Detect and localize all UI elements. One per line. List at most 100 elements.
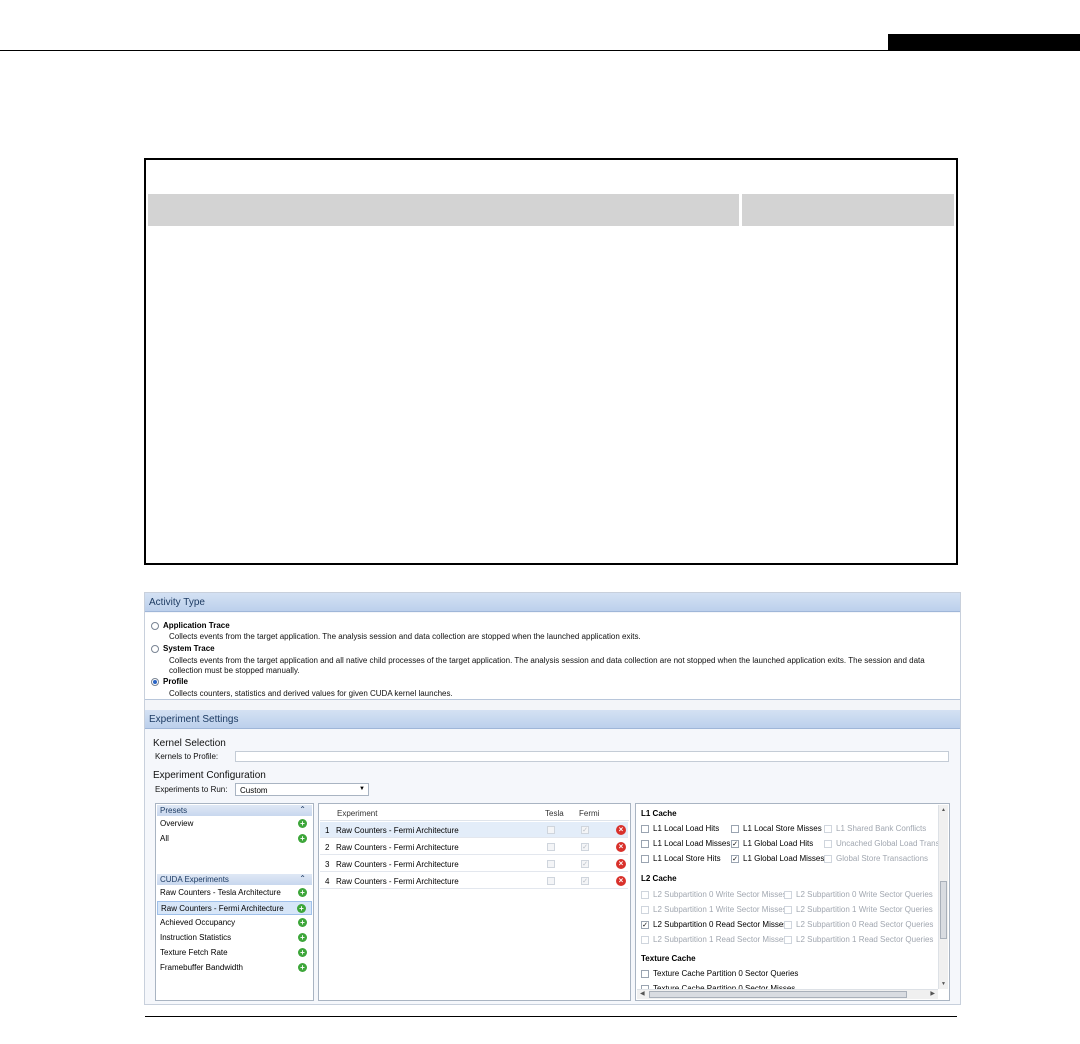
scroll-up-icon[interactable]: ▲ [941, 807, 946, 813]
checkbox-box[interactable] [824, 840, 832, 848]
checkbox-box[interactable] [641, 825, 649, 833]
checkbox-box[interactable] [641, 840, 649, 848]
row-experiment-name: Raw Counters - Fermi Architecture [336, 826, 459, 835]
metric-label: L1 Local Store Misses [743, 824, 822, 833]
presets-group-header[interactable]: Presets ⌃ [157, 805, 312, 816]
metric-checkbox[interactable]: Uncached Global Load Transa [824, 839, 944, 848]
page-header-rule [0, 50, 888, 51]
checkbox-box[interactable]: ✓ [731, 840, 739, 848]
scroll-right-icon[interactable]: ▶ [930, 990, 935, 997]
tesla-checkbox[interactable] [547, 843, 555, 851]
metric-checkbox[interactable]: L2 Subpartition 1 Read Sector Queries [784, 935, 933, 944]
plus-circle-icon[interactable]: + [298, 963, 307, 972]
metric-checkbox[interactable]: L2 Subpartition 1 Write Sector Misses [641, 905, 787, 914]
cuda-item-tesla[interactable]: Raw Counters - Tesla Architecture + [157, 886, 312, 900]
metric-checkbox[interactable]: L2 Subpartition 0 Write Sector Queries [784, 890, 933, 899]
horizontal-scrollbar[interactable]: ◀ ▶ [637, 989, 938, 999]
fermi-checkbox[interactable]: ✓ [581, 877, 589, 885]
scroll-down-icon[interactable]: ▼ [941, 981, 946, 987]
metric-checkbox[interactable]: ✓ L1 Global Load Misses [731, 854, 824, 863]
checkbox-box[interactable] [641, 891, 649, 899]
scrollbar-thumb[interactable] [940, 881, 947, 939]
preset-item-overview[interactable]: Overview + [157, 817, 312, 831]
caret-up-icon[interactable]: ⌃ [299, 805, 306, 814]
table-row[interactable]: 2 Raw Counters - Fermi Architecture ✓ × [320, 839, 628, 855]
checkbox-box[interactable] [824, 855, 832, 863]
table-header-cell [148, 194, 739, 226]
tesla-checkbox[interactable] [547, 877, 555, 885]
row-number: 3 [325, 860, 330, 869]
table-row[interactable]: 1 Raw Counters - Fermi Architecture ✓ × [320, 822, 628, 838]
experiments-to-run-label: Experiments to Run: [155, 785, 228, 794]
cuda-item-achieved-occupancy[interactable]: Achieved Occupancy + [157, 916, 312, 930]
metric-label: L2 Subpartition 0 Read Sector Misses [653, 920, 788, 929]
checkbox-box[interactable] [784, 891, 792, 899]
cuda-item-fermi[interactable]: Raw Counters - Fermi Architecture + [157, 901, 312, 915]
checkbox-box[interactable] [784, 936, 792, 944]
cuda-item-framebuffer-bandwidth[interactable]: Framebuffer Bandwidth + [157, 961, 312, 975]
fermi-checkbox[interactable]: ✓ [581, 860, 589, 868]
metric-checkbox[interactable]: ✓ L2 Subpartition 0 Read Sector Misses [641, 920, 787, 929]
tesla-checkbox[interactable] [547, 826, 555, 834]
plus-circle-icon[interactable]: + [298, 819, 307, 828]
x-circle-icon[interactable]: × [616, 859, 626, 869]
metric-label: L2 Subpartition 0 Read Sector Queries [796, 920, 934, 929]
column-header-fermi[interactable]: Fermi [579, 806, 599, 820]
plus-circle-icon[interactable]: + [298, 888, 307, 897]
scrollbar-thumb[interactable] [649, 991, 907, 998]
cuda-experiments-group-header[interactable]: CUDA Experiments ⌃ [157, 874, 312, 885]
metric-checkbox[interactable]: L1 Shared Bank Conflicts [824, 824, 926, 833]
metric-checkbox[interactable]: L2 Subpartition 0 Read Sector Queries [784, 920, 933, 929]
metric-checkbox[interactable]: ✓ L1 Global Load Hits [731, 839, 813, 848]
checkbox-box[interactable]: ✓ [641, 921, 649, 929]
checkbox-box[interactable]: ✓ [731, 855, 739, 863]
checkbox-box[interactable] [641, 970, 649, 978]
metric-checkbox[interactable]: L1 Local Store Misses [731, 824, 822, 833]
option-description: Collects events from the target applicat… [169, 656, 925, 675]
table-row[interactable]: 4 Raw Counters - Fermi Architecture ✓ × [320, 873, 628, 889]
metric-checkbox[interactable]: Global Store Transactions [824, 854, 928, 863]
column-header-experiment[interactable]: Experiment [337, 806, 377, 820]
caret-up-icon[interactable]: ⌃ [299, 874, 306, 883]
experiment-list-pane: Presets ⌃ Overview + All + CUDA Experime… [155, 803, 314, 1001]
item-label: Achieved Occupancy [160, 918, 236, 927]
checkbox-box[interactable] [641, 855, 649, 863]
experiments-to-run-select[interactable]: Custom ▼ [235, 783, 369, 796]
profile-radio[interactable] [151, 678, 159, 686]
metric-checkbox[interactable]: L1 Local Store Hits [641, 854, 721, 863]
checkbox-box[interactable] [784, 906, 792, 914]
plus-circle-icon[interactable]: + [297, 904, 306, 913]
table-row[interactable]: 3 Raw Counters - Fermi Architecture ✓ × [320, 856, 628, 872]
fermi-checkbox[interactable]: ✓ [581, 843, 589, 851]
cuda-item-instruction-statistics[interactable]: Instruction Statistics + [157, 931, 312, 945]
checkbox-box[interactable] [641, 936, 649, 944]
cuda-item-texture-fetch-rate[interactable]: Texture Fetch Rate + [157, 946, 312, 960]
checkbox-box[interactable] [784, 921, 792, 929]
plus-circle-icon[interactable]: + [298, 948, 307, 957]
x-circle-icon[interactable]: × [616, 825, 626, 835]
scroll-left-icon[interactable]: ◀ [640, 990, 645, 997]
metric-checkbox[interactable]: L1 Local Load Hits [641, 824, 719, 833]
metric-checkbox[interactable]: Texture Cache Partition 0 Sector Queries [641, 969, 798, 978]
checkbox-box[interactable] [824, 825, 832, 833]
system-trace-radio[interactable] [151, 645, 159, 653]
fermi-checkbox[interactable]: ✓ [581, 826, 589, 834]
vertical-scrollbar[interactable]: ▲ ▼ [938, 805, 948, 989]
preset-item-all[interactable]: All + [157, 832, 312, 846]
metric-checkbox[interactable]: L2 Subpartition 1 Read Sector Misses [641, 935, 787, 944]
application-trace-radio[interactable] [151, 622, 159, 630]
x-circle-icon[interactable]: × [616, 876, 626, 886]
kernels-input[interactable] [235, 751, 949, 762]
column-header-tesla[interactable]: Tesla [545, 806, 564, 820]
plus-circle-icon[interactable]: + [298, 834, 307, 843]
checkbox-box[interactable] [641, 906, 649, 914]
plus-circle-icon[interactable]: + [298, 933, 307, 942]
metric-checkbox[interactable]: L2 Subpartition 1 Write Sector Queries [784, 905, 933, 914]
checkbox-box[interactable] [731, 825, 739, 833]
metric-checkbox[interactable]: L2 Subpartition 0 Write Sector Misses [641, 890, 787, 899]
item-label: Texture Fetch Rate [160, 948, 228, 957]
plus-circle-icon[interactable]: + [298, 918, 307, 927]
metric-checkbox[interactable]: L1 Local Load Misses [641, 839, 730, 848]
tesla-checkbox[interactable] [547, 860, 555, 868]
x-circle-icon[interactable]: × [616, 842, 626, 852]
